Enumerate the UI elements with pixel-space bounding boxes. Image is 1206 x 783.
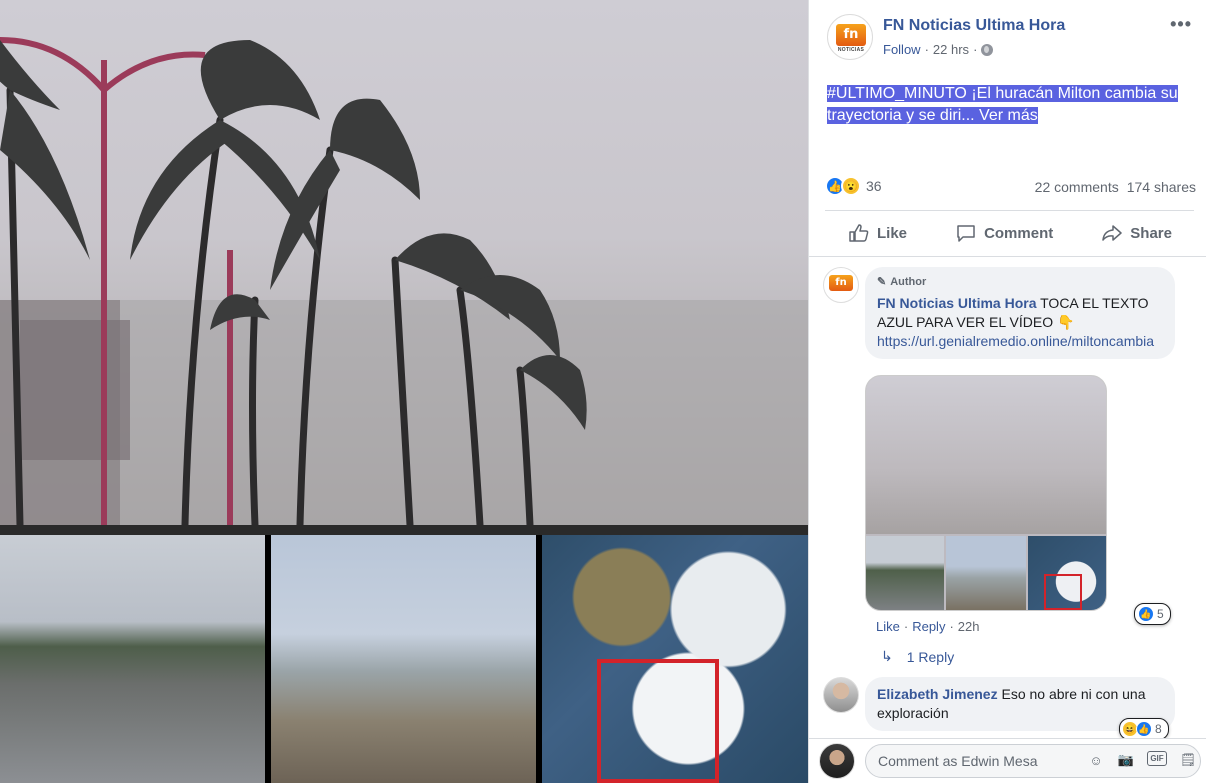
comment-bubble: ✎ Author FN Noticias Ultima Hora TOCA EL… <box>865 267 1175 359</box>
photo-divider <box>0 525 808 535</box>
sticker-icon[interactable]: 🗒 <box>1179 751 1197 769</box>
comments-count-link[interactable]: 22 comments <box>1035 179 1119 195</box>
replies-count: 1 Reply <box>906 648 955 665</box>
comment-actions-dot-2: · <box>949 619 954 634</box>
like-reaction-icon-2: 👍 <box>1136 721 1152 737</box>
storm-highlight-box <box>597 659 719 783</box>
share-label: Share <box>1130 224 1172 242</box>
commenter-avatar[interactable] <box>823 677 859 713</box>
attached-image-top <box>866 376 1106 534</box>
reaction-count: 36 <box>866 178 882 194</box>
reply-arrow-icon: ↳ <box>881 648 893 664</box>
fn-logo-icon-small: fn <box>829 275 853 291</box>
author-badge-label: Author <box>890 276 927 288</box>
attached-image-thumb-3 <box>1028 536 1106 610</box>
like-label: Like <box>877 224 908 242</box>
comment-actions: Like · Reply · 22h <box>876 619 980 634</box>
comment-label: Comment <box>984 224 1054 242</box>
post-side-panel: fn NOTICIAS FN Noticias Ultima Hora Foll… <box>808 0 1206 783</box>
post-photo[interactable] <box>0 0 808 783</box>
share-button[interactable]: Share <box>1102 224 1172 242</box>
post-text: #ÚLTIMO_MINUTO ¡El huracán Milton cambia… <box>827 83 1187 127</box>
comment-link[interactable]: https://url.genialremedio.online/miltonc… <box>877 333 1154 349</box>
comment-author-name[interactable]: FN Noticias Ultima Hora <box>877 295 1036 311</box>
composer-tools: ☺ 📷 GIF 🗒 <box>1087 751 1197 769</box>
comment-reaction-count: 5 <box>1157 607 1164 621</box>
gif-icon[interactable]: GIF <box>1147 751 1167 766</box>
current-user-avatar[interactable] <box>819 743 855 779</box>
page-avatar[interactable]: fn NOTICIAS <box>827 14 873 60</box>
like-reaction-icon-small: 👍 <box>1138 606 1154 622</box>
author-badge: ✎ Author <box>877 273 1163 292</box>
satellite-map-image <box>542 535 808 783</box>
comments-section: fn ✎ Author FN Noticias Ultima Hora TOCA… <box>809 256 1206 740</box>
attached-image-thumb-1 <box>866 536 944 610</box>
globe-icon <box>981 43 994 56</box>
comment-actions-dot: · <box>903 619 909 634</box>
comment-like-link[interactable]: Like <box>876 619 900 634</box>
view-replies-link[interactable]: ↳ 1 Reply <box>881 648 954 665</box>
share-icon <box>1102 225 1123 241</box>
emoji-icon[interactable]: ☺ <box>1087 751 1105 769</box>
divider-top <box>825 210 1194 211</box>
shares-count-link[interactable]: 174 shares <box>1127 179 1196 195</box>
post-actions: Like Comment Share <box>825 214 1194 252</box>
wow-reaction-icon: 😮 <box>841 176 861 196</box>
comment-input-placeholder: Comment as Edwin Mesa <box>878 753 1038 769</box>
comment-icon <box>957 225 975 242</box>
fn-logo-icon: fn <box>836 24 866 46</box>
like-button[interactable]: Like <box>849 224 907 242</box>
comment-reaction-count-2: 8 <box>1155 722 1162 736</box>
comment-button[interactable]: Comment <box>956 224 1053 242</box>
harbor-boats-image <box>0 535 265 783</box>
camera-icon[interactable]: 📷 <box>1117 751 1135 769</box>
fishermen-beach-image <box>271 535 536 783</box>
palm-trees-illustration <box>0 37 808 525</box>
follow-link[interactable]: Follow <box>883 42 921 57</box>
post-text-line-2[interactable]: trayectoria y se diri... Ver más <box>827 107 1038 124</box>
comment-reaction-pill[interactable]: 👍 5 <box>1134 603 1171 625</box>
pencil-icon: ✎ <box>877 276 887 288</box>
post-meta: Follow · 22 hrs · <box>883 42 994 57</box>
thumbs-up-icon <box>849 224 869 242</box>
logo-caption: NOTICIAS <box>837 47 865 53</box>
engagement-counts: 22 comments 174 shares <box>1035 179 1196 195</box>
post-text-line-1: #ÚLTIMO_MINUTO ¡El huracán Milton cambia… <box>827 85 1178 102</box>
attached-storm-box <box>1044 574 1082 610</box>
meta-separator-2: · <box>973 42 978 57</box>
comment-author-avatar[interactable]: fn <box>823 267 859 303</box>
commenter-name[interactable]: Elizabeth Jimenez <box>877 686 998 702</box>
meta-separator: · <box>924 42 929 57</box>
page-name-link[interactable]: FN Noticias Ultima Hora <box>883 17 1065 35</box>
hurricane-palm-trees-image <box>0 0 808 525</box>
comment-time[interactable]: 22h <box>958 619 980 634</box>
comment-reply-link[interactable]: Reply <box>912 619 945 634</box>
post-time[interactable]: 22 hrs <box>933 42 969 57</box>
comment-reaction-pill-2[interactable]: 😆 👍 8 <box>1119 718 1169 740</box>
comment-attached-image[interactable] <box>865 375 1107 611</box>
comment-composer: Comment as Edwin Mesa ☺ 📷 GIF 🗒 <box>809 738 1206 783</box>
more-options-icon[interactable]: ••• <box>1170 14 1192 35</box>
attached-image-thumb-2 <box>946 536 1026 610</box>
reaction-summary[interactable]: 👍 😮 36 <box>825 176 882 196</box>
